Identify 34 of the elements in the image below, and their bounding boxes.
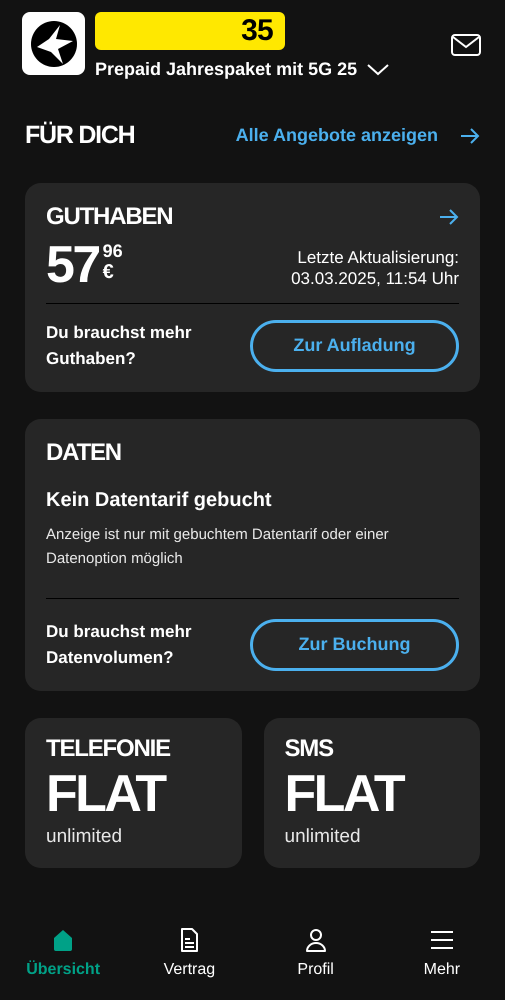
section-title: FÜR DICH — [25, 120, 134, 151]
card-title: GUTHABEN — [46, 202, 172, 232]
chevron-down-icon — [367, 64, 390, 76]
tile-subtitle: unlimited — [46, 824, 124, 848]
tile-title: TELEFONIE — [46, 734, 172, 764]
nav-tab[interactable]: Vertrag — [126, 928, 252, 982]
balance-cents: 96 — [102, 240, 123, 260]
topup-button[interactable]: Zur Aufladung — [250, 320, 459, 372]
tile-value: FLAT — [284, 764, 405, 824]
nav-tab[interactable]: Übersicht — [0, 928, 126, 982]
balance-amount: 57 — [46, 238, 99, 290]
menu-icon — [430, 928, 454, 952]
update-timestamp: 03.03.2025, 11:54 Uhr — [291, 268, 459, 288]
app-logo — [22, 12, 85, 75]
arrow-right-icon — [460, 128, 480, 144]
all-offers-link[interactable]: Alle Angebote anzeigen — [236, 122, 480, 150]
currency-symbol: € — [102, 260, 115, 282]
arrow-right-icon[interactable] — [439, 208, 459, 224]
topup-prompt: Du brauchst mehr Guthaben? — [46, 322, 192, 370]
booking-button[interactable]: Zur Buchung — [250, 618, 459, 670]
data-status-note: Anzeige ist nur mit gebuchtem Datentarif oder einer Datenoption möglich — [46, 522, 459, 598]
update-label: Letzte Aktualisierung: — [297, 246, 459, 268]
tile-title: SMS — [284, 734, 334, 764]
tariff-badge: 35 — [95, 12, 285, 50]
card-title: DATEN — [46, 438, 122, 468]
data-prompt: Du brauchst mehr Datenvolumen? — [46, 620, 192, 668]
mail-icon[interactable] — [451, 34, 481, 56]
tariff-selector[interactable]: Prepaid Jahrespaket mit 5G 25 — [95, 56, 390, 83]
person-icon — [304, 928, 328, 952]
tile-subtitle: unlimited — [284, 824, 362, 848]
nav-tab[interactable]: Mehr — [378, 928, 505, 982]
data-status-heading: Kein Datentarif gebucht — [46, 488, 273, 512]
tile-value: FLAT — [46, 764, 166, 824]
nav-tab[interactable]: Profil — [252, 928, 379, 982]
